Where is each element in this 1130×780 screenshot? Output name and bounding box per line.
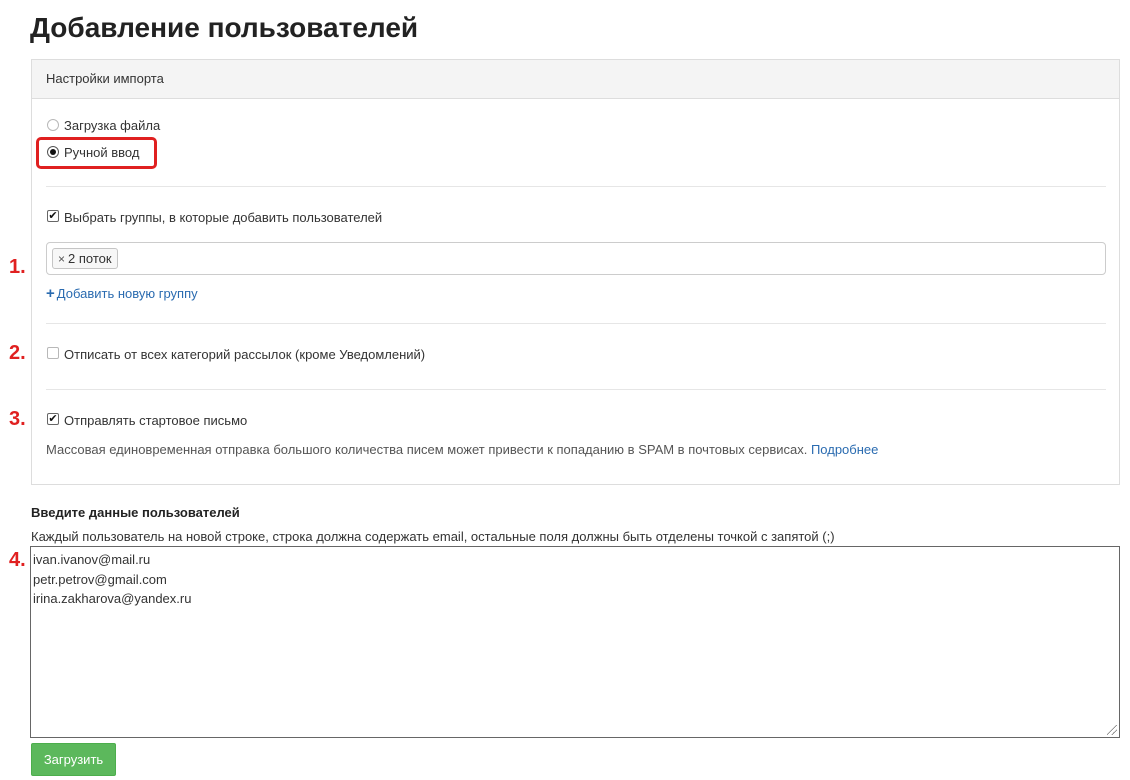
user-line: ivan.ivanov@mail.ru <box>33 552 151 567</box>
send-welcome-checkbox[interactable]: ✔ <box>47 413 59 425</box>
plus-icon: + <box>46 285 55 302</box>
more-link[interactable]: Подробнее <box>811 442 878 457</box>
annotation-marker-3: 3. <box>9 408 26 430</box>
user-data-description: Каждый пользователь на новой строке, стр… <box>31 529 835 544</box>
manual-input-highlight <box>36 137 157 169</box>
unsubscribe-checkbox[interactable] <box>47 347 59 359</box>
send-welcome-label[interactable]: Отправлять стартовое письмо <box>64 413 247 429</box>
resize-handle-icon[interactable] <box>1107 725 1117 735</box>
user-line: petr.petrov@gmail.com <box>33 571 167 587</box>
divider <box>46 186 1106 187</box>
unsubscribe-label[interactable]: Отписать от всех категорий рассылок (кро… <box>64 347 425 363</box>
remove-tag-icon[interactable]: × <box>58 252 65 266</box>
user-line: irina.zakharova@yandex.ru <box>33 591 192 606</box>
file-upload-radio[interactable] <box>47 119 59 131</box>
add-group-label[interactable]: Добавить новую группу <box>57 286 198 301</box>
panel-heading: Настройки импорта <box>32 60 1119 99</box>
annotation-marker-1: 1. <box>9 256 26 278</box>
spam-warning-text: Массовая единовременная отправка большог… <box>46 442 808 457</box>
groups-input[interactable]: × 2 поток <box>46 242 1106 275</box>
group-tag-label: 2 поток <box>68 251 112 266</box>
select-groups-checkbox[interactable]: ✔ <box>47 210 59 222</box>
spam-warning: Массовая единовременная отправка большог… <box>46 442 878 457</box>
divider <box>46 389 1106 390</box>
upload-button[interactable]: Загрузить <box>31 743 116 776</box>
add-group-link[interactable]: + Добавить новую группу <box>46 286 198 302</box>
page-title: Добавление пользователей <box>30 12 419 43</box>
file-upload-label[interactable]: Загрузка файла <box>64 118 160 134</box>
group-tag: × 2 поток <box>52 248 118 269</box>
select-groups-label[interactable]: Выбрать группы, в которые добавить польз… <box>64 210 382 226</box>
user-data-heading: Введите данные пользователей <box>31 505 240 520</box>
divider <box>46 323 1106 324</box>
user-data-textarea[interactable]: ivan.ivanov@mail.ru petr.petrov@gmail.co… <box>30 546 1120 738</box>
annotation-marker-2: 2. <box>9 342 26 364</box>
annotation-marker-4: 4. <box>9 549 26 571</box>
